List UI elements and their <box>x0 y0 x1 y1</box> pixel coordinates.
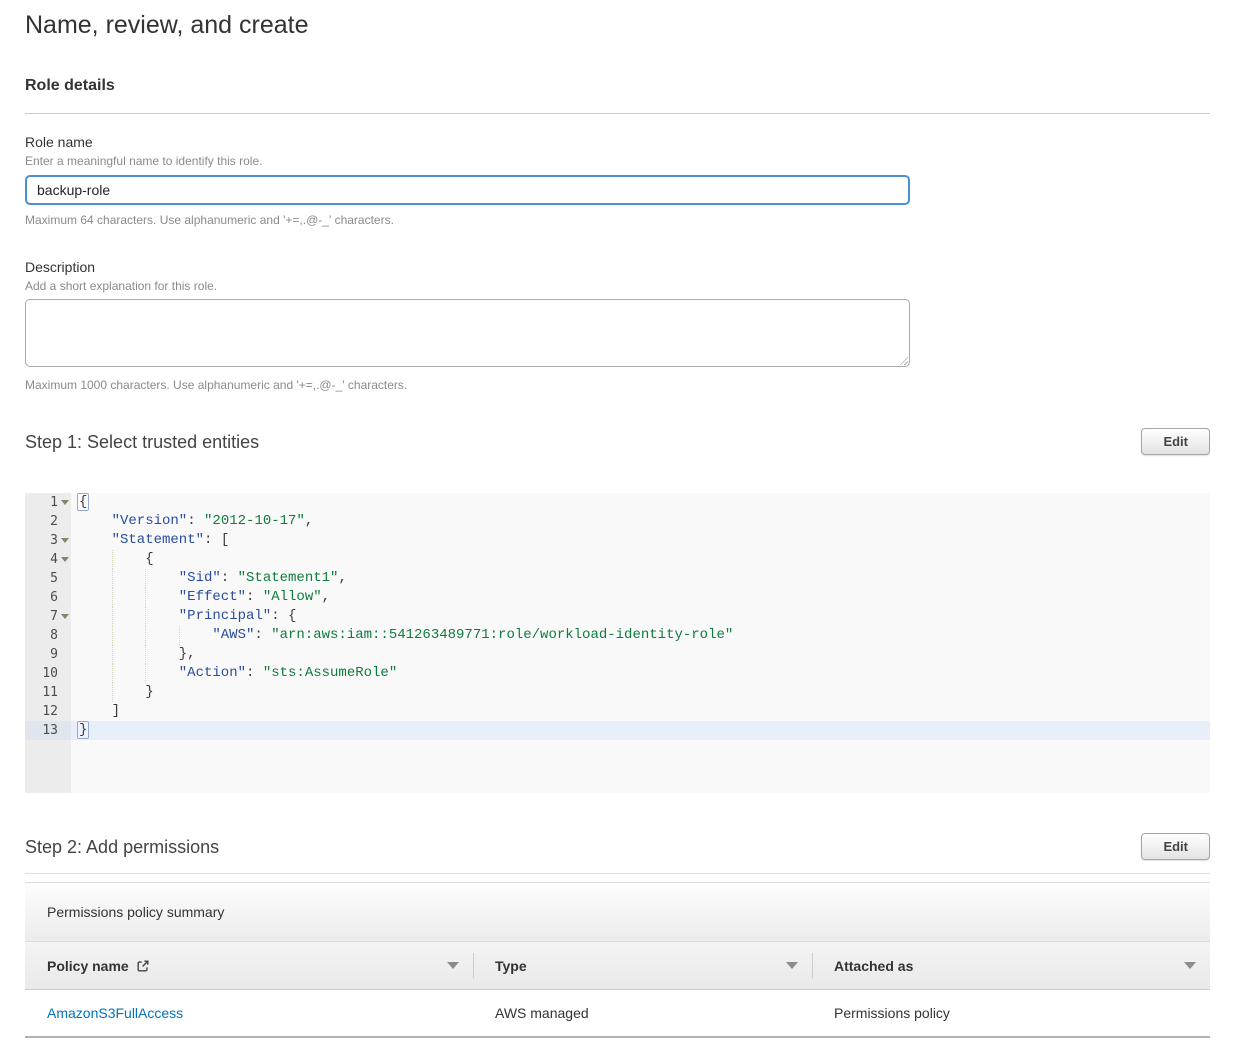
step1-edit-button[interactable]: Edit <box>1141 428 1210 455</box>
code-line[interactable]: 9}, <box>25 645 1210 664</box>
page-title: Name, review, and create <box>25 10 1210 40</box>
policy-type-cell: AWS managed <box>473 990 812 1038</box>
column-header-type[interactable]: Type <box>473 942 812 990</box>
code-line[interactable]: 10"Action": "sts:AssumeRole" <box>25 664 1210 683</box>
table-row: AmazonS3FullAccess AWS managedPermissions… <box>25 990 1210 1038</box>
line-number: 11 <box>25 683 71 702</box>
role-name-input[interactable] <box>25 175 910 205</box>
policy-table-body: AmazonS3FullAccess AWS managedPermissions… <box>25 990 1210 1038</box>
code-line-text: } <box>71 683 1210 702</box>
step2-header-row: Step 2: Add permissions Edit <box>25 833 1210 860</box>
step2-edit-button[interactable]: Edit <box>1141 833 1210 860</box>
policy-attached-as-cell: Permissions policy <box>812 990 1210 1038</box>
code-line-text: "Version": "2012-10-17", <box>71 512 1210 531</box>
code-line[interactable]: 1{ <box>25 493 1210 512</box>
sort-dropdown-icon[interactable] <box>786 962 798 969</box>
role-name-label: Role name <box>25 134 1210 151</box>
role-name-constraint: Maximum 64 characters. Use alphanumeric … <box>25 213 1210 227</box>
code-line-text: "Statement": [ <box>71 531 1210 550</box>
code-line-text: "AWS": "arn:aws:iam::541263489771:role/w… <box>71 626 1210 645</box>
line-number: 10 <box>25 664 71 683</box>
description-field-wrap <box>25 299 910 367</box>
code-line[interactable]: 5"Sid": "Statement1", <box>25 569 1210 588</box>
line-number: 12 <box>25 702 71 721</box>
step1-header-row: Step 1: Select trusted entities Edit <box>25 428 1210 455</box>
code-line[interactable]: 12] <box>25 702 1210 721</box>
fold-arrow-icon[interactable] <box>61 538 69 543</box>
code-line-text: "Action": "sts:AssumeRole" <box>71 664 1210 683</box>
code-line[interactable]: 8"AWS": "arn:aws:iam::541263489771:role/… <box>25 626 1210 645</box>
line-number: 7 <box>25 607 71 626</box>
code-line[interactable]: 4{ <box>25 550 1210 569</box>
code-line-text: { <box>71 550 1210 569</box>
line-number: 4 <box>25 550 71 569</box>
permissions-panel-title: Permissions policy summary <box>47 904 224 920</box>
code-line-text: ] <box>71 702 1210 721</box>
code-line[interactable]: 3"Statement": [ <box>25 531 1210 550</box>
code-line[interactable]: 13} <box>25 721 1210 740</box>
description-label: Description <box>25 259 1210 276</box>
policy-table-header-row: Policy nameTypeAttached as <box>25 942 1210 990</box>
description-textarea[interactable] <box>25 299 910 367</box>
line-number: 8 <box>25 626 71 645</box>
policy-table: Policy nameTypeAttached as AmazonS3FullA… <box>25 942 1210 1038</box>
role-name-hint: Enter a meaningful name to identify this… <box>25 154 1210 168</box>
code-line[interactable]: 7"Principal": { <box>25 607 1210 626</box>
code-line-text: "Principal": { <box>71 607 1210 626</box>
fold-arrow-icon[interactable] <box>61 614 69 619</box>
sort-dropdown-icon[interactable] <box>447 962 459 969</box>
trust-policy-code-editor[interactable]: 1{2"Version": "2012-10-17",3"Statement":… <box>25 493 1210 793</box>
page-content: Name, review, and create Role details Ro… <box>0 10 1242 1058</box>
line-number: 3 <box>25 531 71 550</box>
role-details-heading: Role details <box>25 76 1210 96</box>
permissions-panel-titlebar: Permissions policy summary <box>25 883 1210 942</box>
code-line[interactable]: 6"Effect": "Allow", <box>25 588 1210 607</box>
code-line[interactable]: 11} <box>25 683 1210 702</box>
fold-arrow-icon[interactable] <box>61 557 69 562</box>
code-line-text: "Sid": "Statement1", <box>71 569 1210 588</box>
code-line-text: "Effect": "Allow", <box>71 588 1210 607</box>
code-line-text: } <box>71 721 1210 740</box>
code-line-text: }, <box>71 645 1210 664</box>
step2-divider <box>25 873 1210 874</box>
code-line[interactable]: 2"Version": "2012-10-17", <box>25 512 1210 531</box>
column-header-policy-name[interactable]: Policy name <box>25 942 473 990</box>
column-header-attached-as[interactable]: Attached as <box>812 942 1210 990</box>
description-hint: Add a short explanation for this role. <box>25 279 1210 293</box>
description-constraint: Maximum 1000 characters. Use alphanumeri… <box>25 378 1210 392</box>
fold-arrow-icon[interactable] <box>61 500 69 505</box>
line-number: 9 <box>25 645 71 664</box>
line-number: 2 <box>25 512 71 531</box>
line-number: 5 <box>25 569 71 588</box>
line-number: 6 <box>25 588 71 607</box>
permissions-panel: Permissions policy summary Policy nameTy… <box>25 882 1210 1038</box>
line-number: 1 <box>25 493 71 512</box>
step2-heading: Step 2: Add permissions <box>25 835 219 859</box>
line-number: 13 <box>25 721 71 740</box>
sort-dropdown-icon[interactable] <box>1184 962 1196 969</box>
role-details-divider <box>25 113 1210 114</box>
code-line-text: { <box>71 493 1210 512</box>
external-link-icon <box>136 959 150 973</box>
step1-heading: Step 1: Select trusted entities <box>25 430 259 454</box>
policy-name-link[interactable]: AmazonS3FullAccess <box>47 1005 183 1021</box>
